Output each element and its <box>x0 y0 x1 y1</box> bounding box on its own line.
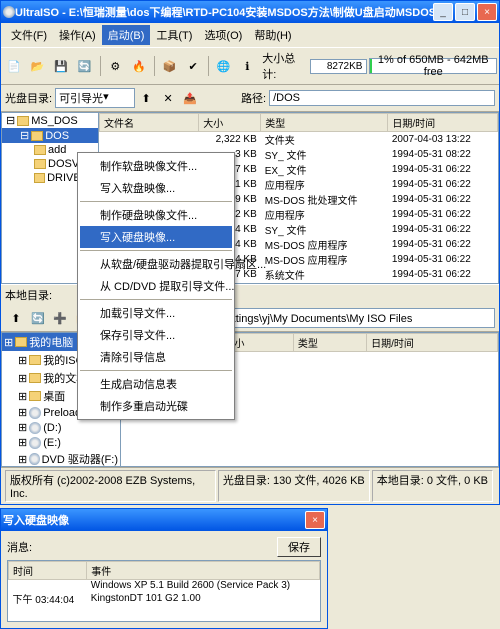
menu-item[interactable]: 清除引导信息 <box>80 346 232 368</box>
tree-node[interactable]: ⊞ (D:) <box>2 420 120 435</box>
tree-node[interactable]: ⊞ DVD 驱动器(F:) <box>2 450 120 467</box>
table-row[interactable]: 2,322 KB文件夹2007-04-03 13:22 <box>100 132 498 148</box>
menu-file[interactable]: 文件(F) <box>5 25 53 45</box>
local-pathbar: ⬆ 🔄 ➕ 📁 路径:C:\Documents and Settings\yj\… <box>1 305 499 332</box>
minimize-button[interactable]: _ <box>433 3 453 21</box>
window-title: UltraISO - E:\恒瑞测量\dos下编程\RTD-PC104安装MSD… <box>15 4 433 20</box>
local-header: 本地目录: <box>1 284 499 305</box>
menu-item[interactable]: 生成启动信息表 <box>80 373 232 395</box>
menu-item[interactable]: 从 CD/DVD 提取引导文件... <box>80 275 232 297</box>
main-window: UltraISO - E:\恒瑞测量\dos下编程\RTD-PC104安装MSD… <box>0 0 500 505</box>
status-bar: 版权所有 (c)2002-2008 EZB Systems, Inc. 光盘目录… <box>1 467 499 504</box>
dialog-close-button[interactable]: × <box>305 511 325 529</box>
up-button[interactable]: ⬆ <box>135 87 157 109</box>
menu-help[interactable]: 帮助(H) <box>248 25 297 45</box>
app-icon <box>3 6 15 18</box>
verify-button[interactable]: ✔ <box>182 55 204 77</box>
iso-pathbar: 光盘目录: 可引导光 ▾ ⬆ ✕ 📤 路径: /DOS <box>1 85 499 112</box>
web-button[interactable]: 🌐 <box>213 55 235 77</box>
local-up-button[interactable]: ⬆ <box>5 307 27 329</box>
info-button[interactable]: ℹ <box>237 55 259 77</box>
mount-button[interactable]: ⚙ <box>104 55 126 77</box>
menubar: 文件(F) 操作(A) 启动(B) 工具(T) 选项(O) 帮助(H) <box>1 23 499 47</box>
dialog-titlebar: 写入硬盘映像 × <box>1 509 327 531</box>
menu-item[interactable]: 写入硬盘映像... <box>80 226 232 248</box>
tree-node[interactable]: ⊟ MS_DOS <box>2 113 98 128</box>
menu-options[interactable]: 选项(O) <box>198 25 248 45</box>
menu-tools[interactable]: 工具(T) <box>150 25 198 45</box>
menu-item[interactable]: 写入软盘映像... <box>80 177 232 199</box>
menu-item[interactable]: 制作多重启动光碟 <box>80 395 232 417</box>
menu-item[interactable]: 制作硬盘映像文件... <box>80 204 232 226</box>
tree-node[interactable]: ⊞ (E:) <box>2 435 120 450</box>
burn-button[interactable]: 🔥 <box>128 55 150 77</box>
local-add-button[interactable]: ➕ <box>49 307 71 329</box>
local-refresh-button[interactable]: 🔄 <box>27 307 49 329</box>
reload-button[interactable]: 🔄 <box>74 55 96 77</box>
boot-type-combo[interactable]: 可引导光 ▾ <box>55 88 135 108</box>
menu-item[interactable]: 制作软盘映像文件... <box>80 155 232 177</box>
table-row: 下午 03:44:04KingstonDT 101 G2 1.00 <box>9 591 320 606</box>
boot-menu-dropdown: 制作软盘映像文件...写入软盘映像... 制作硬盘映像文件...写入硬盘映像...… <box>77 152 235 420</box>
save-button[interactable]: 保存 <box>277 537 321 557</box>
menu-item[interactable]: 保存引导文件... <box>80 324 232 346</box>
extract-button[interactable]: 📤 <box>179 87 201 109</box>
maximize-button[interactable]: □ <box>455 3 475 21</box>
size-label: 大小总计: <box>262 50 308 82</box>
titlebar: UltraISO - E:\恒瑞测量\dos下编程\RTD-PC104安装MSD… <box>1 1 499 23</box>
tree-node[interactable]: ⊟ DOS <box>2 128 98 143</box>
toolbar: 📄 📂 💾 🔄 ⚙ 🔥 📦 ✔ 🌐 ℹ 大小总计: 8272KB 1% of 6… <box>1 47 499 85</box>
menu-item[interactable]: 从软盘/硬盘驱动器提取引导扇区... <box>80 253 232 275</box>
save-button[interactable]: 💾 <box>50 55 72 77</box>
menu-item[interactable]: 加载引导文件... <box>80 302 232 324</box>
capacity-bar: 1% of 650MB - 642MB free <box>369 58 497 74</box>
menu-boot[interactable]: 启动(B) <box>102 25 151 45</box>
open-button[interactable]: 📂 <box>27 55 49 77</box>
compress-button[interactable]: 📦 <box>159 55 181 77</box>
size-value: 8272KB <box>310 59 367 74</box>
table-row: Windows XP 5.1 Build 2600 (Service Pack … <box>9 580 320 592</box>
iso-path[interactable]: /DOS <box>269 90 495 106</box>
new-button[interactable]: 📄 <box>3 55 25 77</box>
close-button[interactable]: × <box>477 3 497 21</box>
event-list: 时间事件Windows XP 5.1 Build 2600 (Service P… <box>7 560 321 622</box>
menu-actions[interactable]: 操作(A) <box>53 25 102 45</box>
props-button[interactable]: ✕ <box>157 87 179 109</box>
write-disk-dialog: 写入硬盘映像 × 消息: 保存 时间事件Windows XP 5.1 Build… <box>0 508 328 629</box>
